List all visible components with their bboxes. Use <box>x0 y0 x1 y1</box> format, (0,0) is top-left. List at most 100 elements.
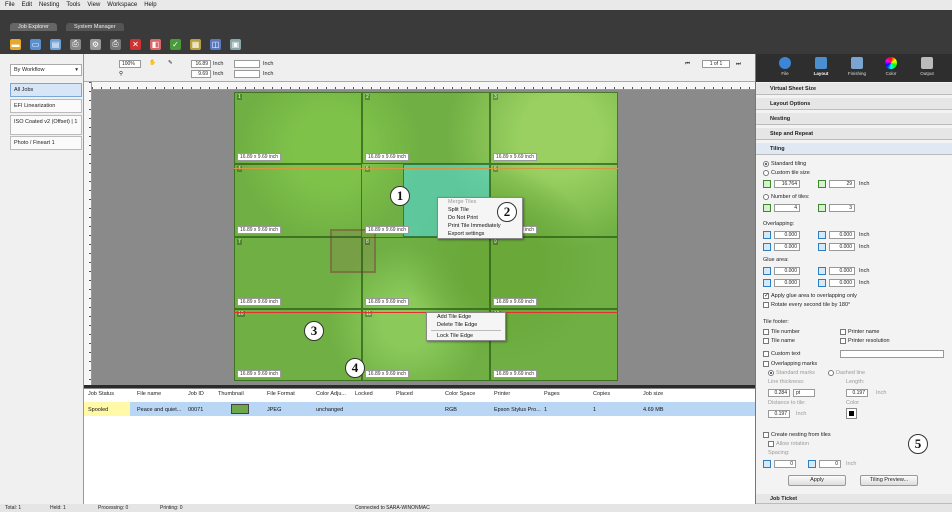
glue-top-field[interactable]: 0.000 <box>774 267 800 275</box>
job-icon[interactable]: ▤ <box>50 38 61 50</box>
x-field[interactable] <box>234 60 260 68</box>
zoom-search-icon[interactable]: ⚲ <box>119 71 123 77</box>
tile-3[interactable]: 3 16.89 x 9.69 inch <box>490 92 618 165</box>
apply-glue-checkbox[interactable] <box>763 292 769 299</box>
col-job-size[interactable]: Job size <box>643 391 663 397</box>
overlap-bottom-field[interactable]: 0.000 <box>774 243 800 251</box>
tile-height-field[interactable]: 29 <box>829 180 855 188</box>
tab-job-explorer[interactable]: Job Explorer <box>10 23 57 31</box>
tab-output[interactable]: Output <box>912 56 942 76</box>
tab-system-manager[interactable]: System Manager <box>66 23 124 31</box>
col-copies[interactable]: Copies <box>593 391 610 397</box>
queue-efi-linearization[interactable]: EFI Linearization <box>10 99 82 113</box>
section-virtual-sheet-size[interactable]: Virtual Sheet Size <box>756 83 952 95</box>
preview-icon[interactable]: ◫ <box>210 38 221 50</box>
section-job-ticket[interactable]: Job Ticket <box>756 494 952 504</box>
col-placed[interactable]: Placed <box>396 391 413 397</box>
custom-tile-size-radio[interactable] <box>763 170 769 176</box>
apply-button[interactable]: Apply <box>788 475 846 486</box>
standard-tiling-radio[interactable] <box>763 161 769 167</box>
menu-workspace[interactable]: Workspace <box>107 2 137 8</box>
col-file-format[interactable]: File Format <box>267 391 295 397</box>
delete-icon[interactable]: ✕ <box>130 38 141 50</box>
tiles-y-field[interactable]: 3 <box>829 204 855 212</box>
section-step-and-repeat[interactable]: Step and Repeat <box>756 128 952 140</box>
folder-icon[interactable]: ▭ <box>30 38 41 50</box>
print-settings-icon[interactable]: ⚙ <box>90 38 101 50</box>
tile-1[interactable]: 1 16.89 x 9.69 inch <box>234 92 362 165</box>
section-nesting[interactable]: Nesting <box>756 113 952 125</box>
check-icon[interactable]: ✓ <box>170 38 181 50</box>
open-folder-icon[interactable]: ▬ <box>10 38 21 50</box>
glue-bottom-field[interactable]: 0.000 <box>774 279 800 287</box>
glue-left-field[interactable]: 0.000 <box>829 267 855 275</box>
col-printer[interactable]: Printer <box>494 391 510 397</box>
printer-name-checkbox[interactable] <box>840 329 846 335</box>
menu-file[interactable]: File <box>5 2 15 8</box>
menu-lock-tile-edge[interactable]: Lock Tile Edge <box>427 332 505 340</box>
number-of-tiles-radio[interactable] <box>763 194 769 200</box>
first-page-icon[interactable]: ⏮ <box>685 61 690 68</box>
queue-photo-fineart[interactable]: Photo / Fineart 1 <box>10 136 82 150</box>
tab-color[interactable]: Color <box>876 56 906 76</box>
tile-number-checkbox[interactable] <box>763 329 769 335</box>
tile-8[interactable]: 8 16.89 x 9.69 inch <box>362 236 490 309</box>
line-thickness-field[interactable]: 0.284 <box>768 389 790 397</box>
color-tool-icon[interactable]: ◧ <box>150 38 161 50</box>
height-field[interactable]: 9.69 <box>191 70 211 78</box>
printer-resolution-checkbox[interactable] <box>840 338 846 344</box>
col-thumbnail[interactable]: Thumbnail <box>218 391 244 397</box>
col-file-name[interactable]: File name <box>137 391 161 397</box>
spacing-v-field[interactable]: 0 <box>819 460 841 468</box>
distance-field[interactable]: 0.197 <box>768 410 790 418</box>
tile-width-field[interactable]: 16.764 <box>774 180 800 188</box>
printer-icon[interactable]: ⎙ <box>70 38 81 50</box>
rotate-tile-checkbox[interactable] <box>763 302 769 308</box>
dashed-line-radio[interactable] <box>828 370 834 376</box>
section-layout-options[interactable]: Layout Options <box>756 98 952 110</box>
custom-text-checkbox[interactable] <box>763 351 769 357</box>
create-nesting-checkbox[interactable] <box>763 432 769 438</box>
layout-icon[interactable]: ▦ <box>190 38 201 50</box>
col-job-id[interactable]: Job ID <box>188 391 204 397</box>
menu-edit[interactable]: Edit <box>22 2 32 8</box>
workflow-select[interactable]: By Workflow ▾ <box>10 64 82 76</box>
printer-queue-icon[interactable]: ⎙ <box>110 38 121 50</box>
col-pages[interactable]: Pages <box>544 391 560 397</box>
zoom-field[interactable]: 100% <box>119 60 141 68</box>
mark-color-swatch[interactable] <box>846 408 857 419</box>
pipette-icon[interactable]: ✎ <box>168 60 173 66</box>
menu-export-settings[interactable]: Export settings <box>438 230 522 238</box>
tile-9[interactable]: 9 16.89 x 9.69 inch <box>490 236 618 309</box>
standard-marks-radio[interactable] <box>768 370 774 376</box>
hand-tool-icon[interactable]: ✋ <box>149 60 156 66</box>
menu-help[interactable]: Help <box>144 2 156 8</box>
glue-right-field[interactable]: 0.000 <box>829 279 855 287</box>
tile-12[interactable]: 1216.89 x 9.69 inch <box>490 308 618 381</box>
overlapping-marks-checkbox[interactable] <box>763 361 769 367</box>
page-field[interactable]: 1 of 1 <box>702 60 730 68</box>
menu-tools[interactable]: Tools <box>66 2 80 8</box>
col-locked[interactable]: Locked <box>355 391 373 397</box>
menu-print-tile-immediately[interactable]: Print Tile Immediately <box>438 222 522 230</box>
queue-iso-coated[interactable]: ISO Coated v2 (Offset) | 1 <box>10 115 82 135</box>
tile-name-checkbox[interactable] <box>763 338 769 344</box>
tile-7[interactable]: 7 16.89 x 9.69 inch <box>234 236 362 309</box>
custom-text-field[interactable] <box>840 350 944 358</box>
length-field[interactable]: 0.197 <box>846 389 868 397</box>
tile-10[interactable]: 10 16.89 x 9.69 inch <box>234 308 362 381</box>
overlap-left-field[interactable]: 0.000 <box>829 231 855 239</box>
menu-nesting[interactable]: Nesting <box>39 2 59 8</box>
tab-layout[interactable]: Layout <box>806 56 836 76</box>
spacing-h-field[interactable]: 0 <box>774 460 796 468</box>
col-color-adjust[interactable]: Color Adju... <box>316 391 346 397</box>
col-job-status[interactable]: Job Status <box>88 391 114 397</box>
overlap-top-field[interactable]: 0.000 <box>774 231 800 239</box>
export-icon[interactable]: ▣ <box>230 38 241 50</box>
layout-canvas[interactable]: 1 16.89 x 9.69 inch 2 16.89 x 9.69 inch 3 16.… <box>92 90 755 385</box>
y-field[interactable] <box>234 70 260 78</box>
overlap-right-field[interactable]: 0.000 <box>829 243 855 251</box>
queue-all-jobs[interactable]: All Jobs <box>10 83 82 97</box>
allow-rotation-checkbox[interactable] <box>768 441 774 447</box>
last-page-icon[interactable]: ⏭ <box>736 61 741 68</box>
